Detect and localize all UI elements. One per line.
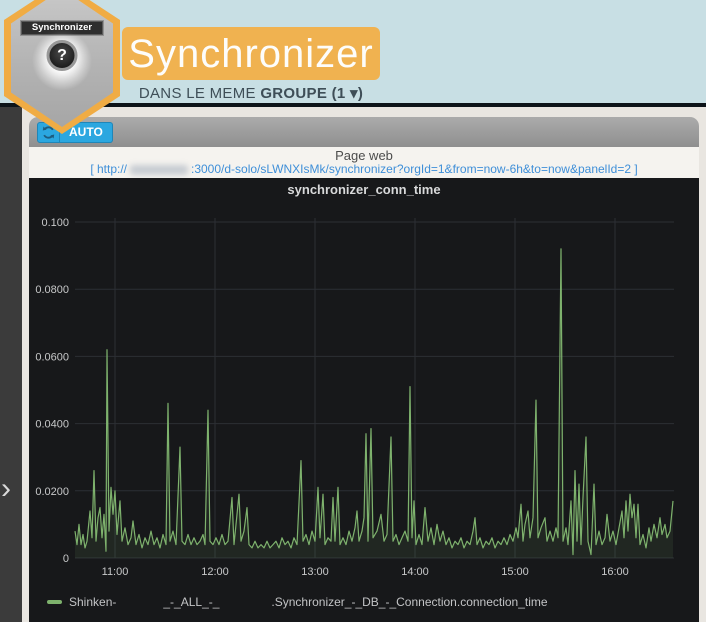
hex-badge-label: Synchronizer bbox=[20, 20, 104, 36]
url-prefix: [ http:// bbox=[90, 162, 127, 176]
pageweb-bar: Page web [ http:// :3000/d-solo/sLWNXIsMk… bbox=[29, 147, 699, 178]
svg-text:13:00: 13:00 bbox=[301, 566, 329, 578]
url-suffix: :3000/d-solo/sLWNXIsMk/synchronizer?orgI… bbox=[191, 162, 638, 176]
collapsed-sidebar bbox=[0, 107, 22, 622]
grafana-chart: 0 0.0200 0.0400 0.0600 0.0800 0.100 11:00 12:00… bbox=[29, 178, 699, 622]
svg-text:0.100: 0.100 bbox=[41, 217, 69, 229]
pageweb-label: Page web bbox=[29, 149, 699, 162]
legend-swatch[interactable] bbox=[47, 600, 62, 604]
page-title: Synchronizer bbox=[128, 34, 373, 74]
legend-segment-3: .Synchronizer_-_DB_-_Connection.connecti… bbox=[271, 595, 547, 609]
svg-text:11:00: 11:00 bbox=[102, 566, 129, 578]
svg-text:0.0600: 0.0600 bbox=[35, 351, 69, 363]
group-dropdown[interactable]: GROUPE (1 ▾) bbox=[260, 85, 363, 102]
help-icon[interactable]: ? bbox=[47, 40, 78, 71]
group-subtitle-prefix: DANS LE MEME bbox=[139, 85, 256, 102]
synchronizer-hex-badge[interactable]: Synchronizer ? bbox=[4, 0, 120, 134]
page-title-block: Synchronizer bbox=[122, 27, 380, 80]
svg-text:0: 0 bbox=[63, 553, 69, 565]
svg-text:12:00: 12:00 bbox=[201, 566, 229, 578]
widget-header: AUTO bbox=[29, 117, 699, 147]
chart-legend: Shinken- _-_ALL_-_ .Synchronizer_-_DB_-_… bbox=[47, 595, 548, 609]
svg-text:15:00: 15:00 bbox=[501, 566, 529, 578]
webpage-widget-panel: AUTO Page web [ http:// :3000/d-solo/sLWN… bbox=[29, 117, 699, 622]
svg-text:14:00: 14:00 bbox=[401, 566, 429, 578]
redacted-host bbox=[130, 165, 188, 175]
legend-segment-1: Shinken- bbox=[69, 595, 116, 609]
legend-segment-2: _-_ALL_-_ bbox=[163, 595, 219, 609]
svg-text:0.0200: 0.0200 bbox=[35, 486, 69, 498]
page-right-margin bbox=[699, 117, 706, 622]
svg-text:0.0800: 0.0800 bbox=[35, 284, 69, 296]
group-subtitle[interactable]: DANS LE MEME GROUPE (1 ▾) bbox=[122, 84, 380, 102]
svg-text:synchronizer_conn_time: synchronizer_conn_time bbox=[287, 182, 440, 197]
grafana-url-link[interactable]: [ http:// :3000/d-solo/sLWNXIsMk/synchron… bbox=[29, 162, 699, 176]
svg-text:0.0400: 0.0400 bbox=[35, 419, 69, 431]
timeseries-plot[interactable]: 0 0.0200 0.0400 0.0600 0.0800 0.100 11:00 12:00… bbox=[29, 178, 699, 593]
expand-sidebar-chevron-icon[interactable]: › bbox=[1, 474, 11, 504]
svg-text:16:00: 16:00 bbox=[601, 566, 629, 578]
